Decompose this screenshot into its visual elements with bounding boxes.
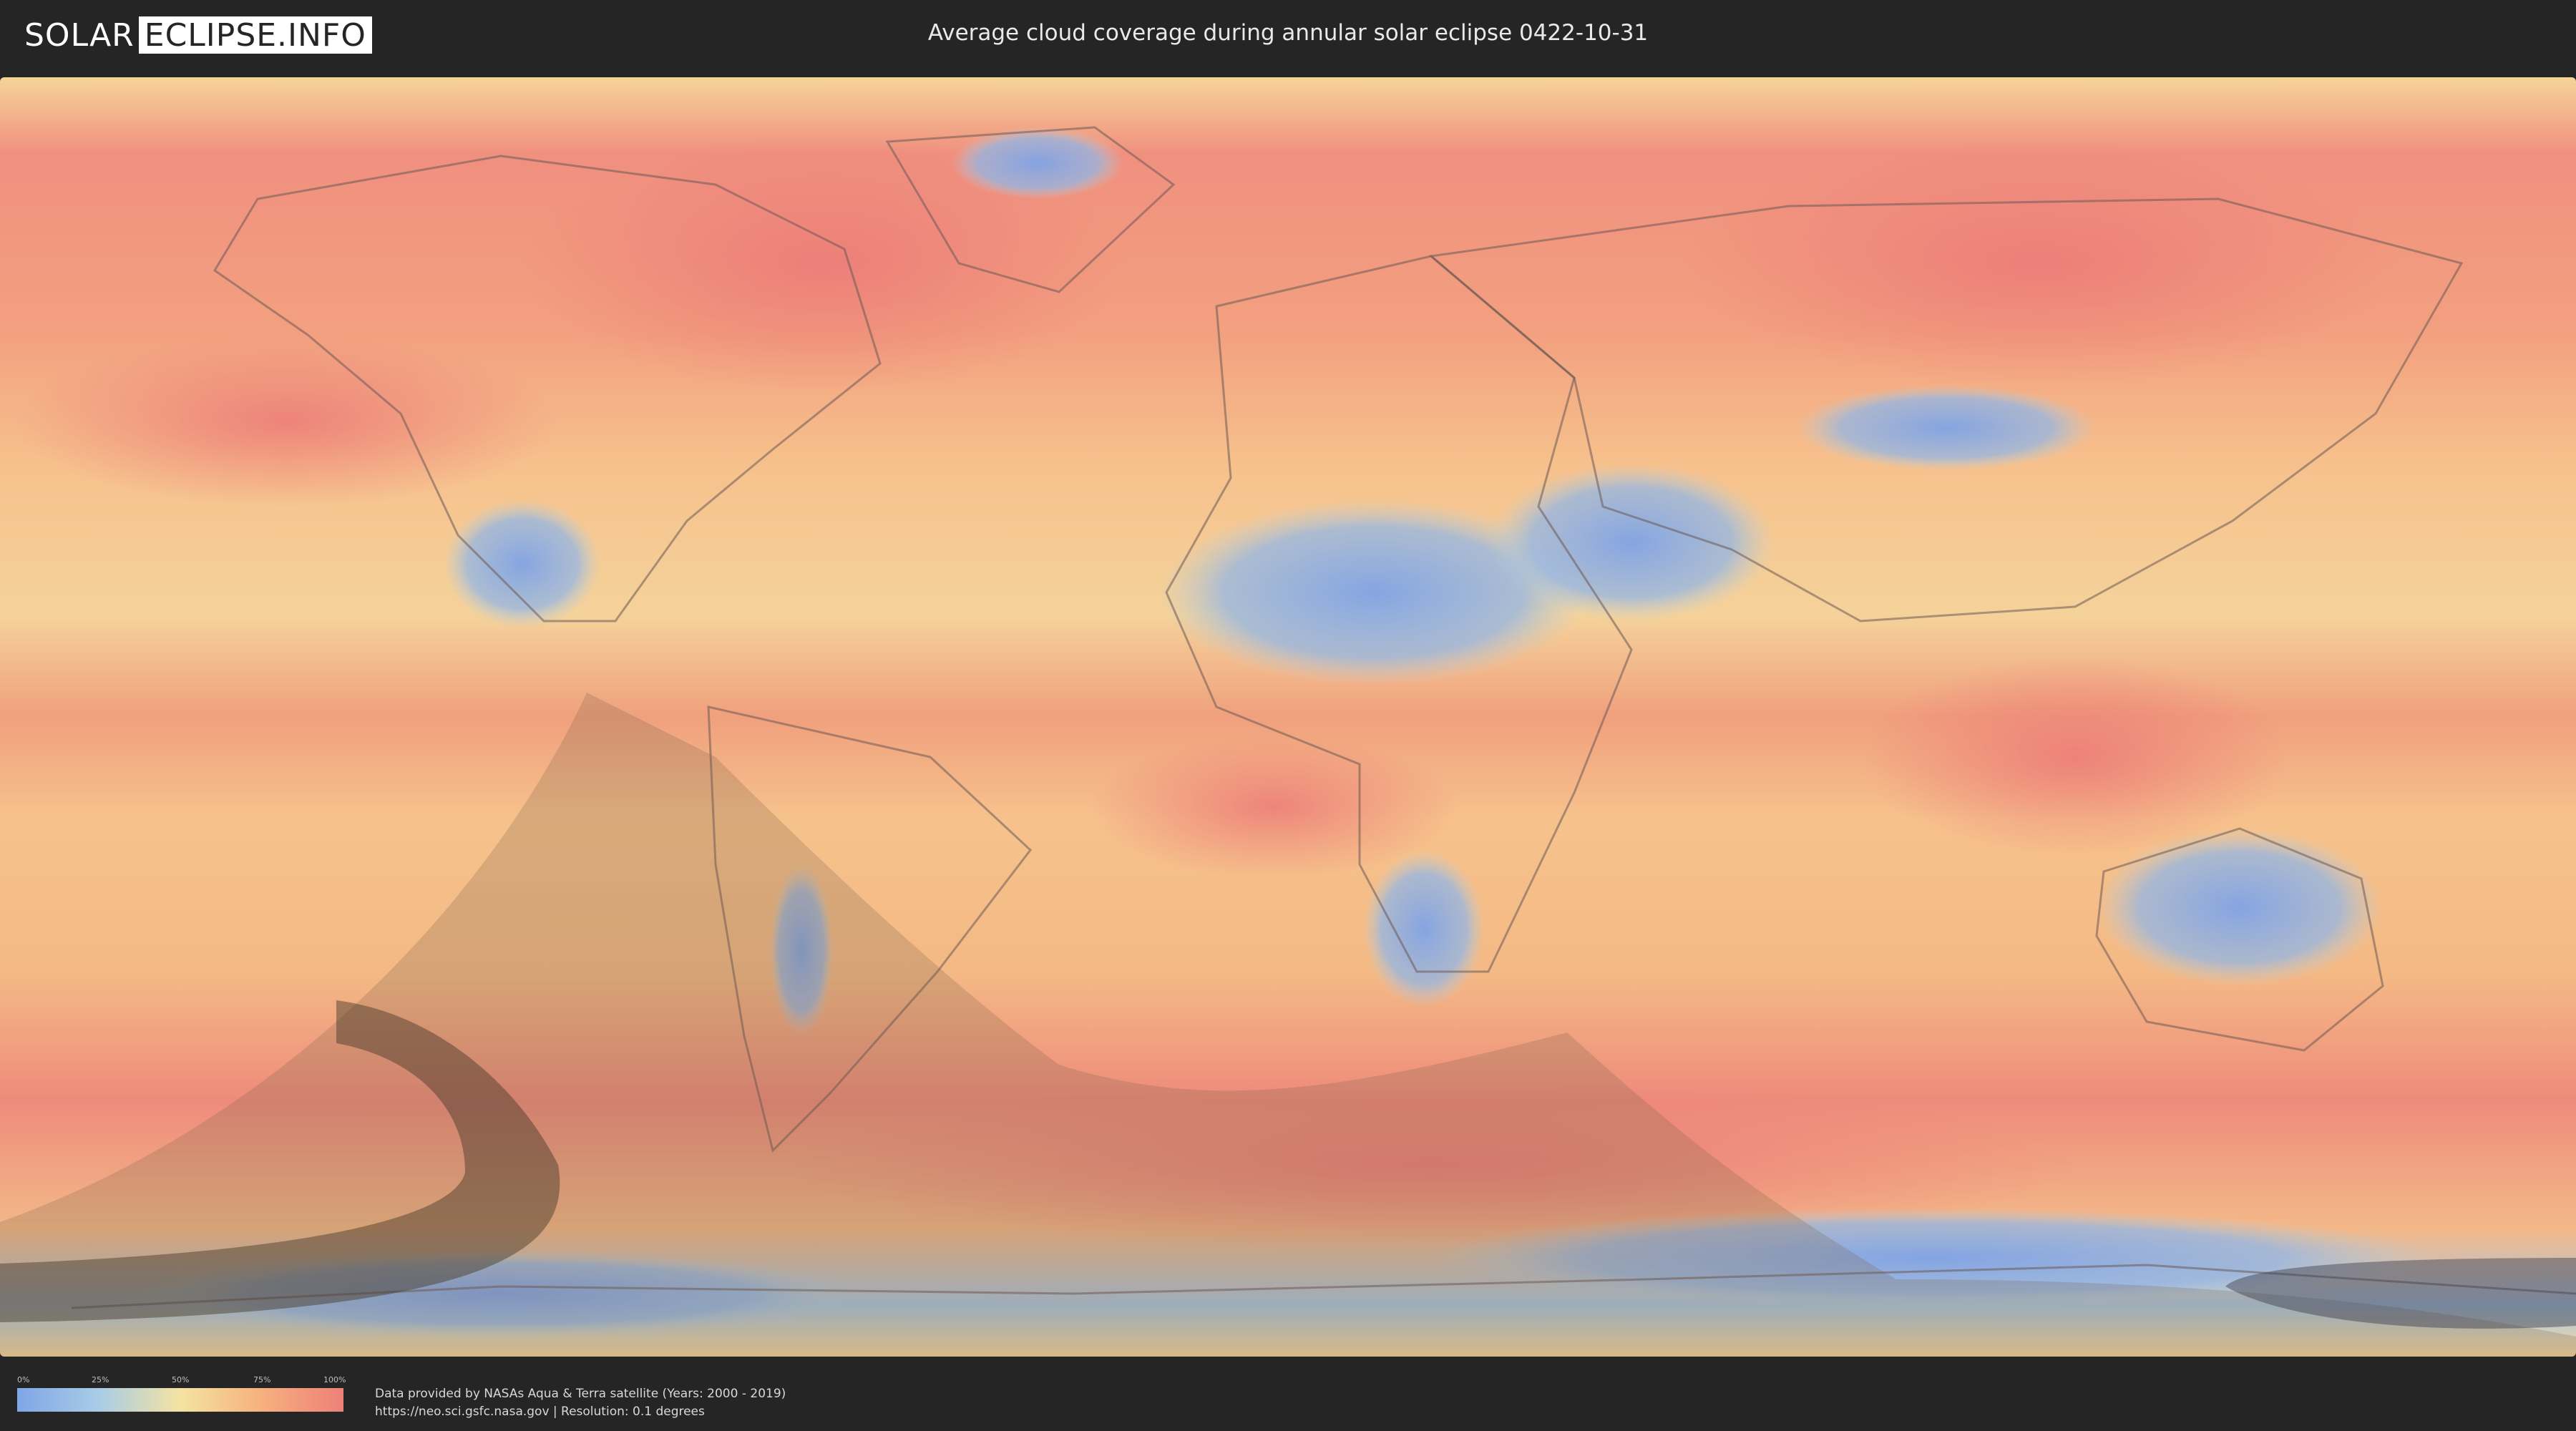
legend-tick-75: 75% [253, 1375, 271, 1384]
page-title: Average cloud coverage during annular so… [927, 20, 1649, 46]
cloud-coverage-legend: 0% 25% 50% 75% 100% [17, 1375, 346, 1412]
footer: 0% 25% 50% 75% 100% Data provided by NAS… [0, 1359, 2576, 1431]
top-bar: SOLAR ECLIPSE.INFO Average cloud coverag… [0, 0, 2576, 72]
legend-tick-0: 0% [17, 1375, 30, 1384]
legend-tick-50: 50% [172, 1375, 190, 1384]
credit-line-source: Data provided by NASAs Aqua & Terra sate… [375, 1387, 786, 1401]
map-canvas [0, 77, 2576, 1357]
credit-line-url[interactable]: https://neo.sci.gsfc.nasa.gov | Resoluti… [375, 1403, 786, 1421]
legend-color-scale [17, 1388, 343, 1412]
legend-tick-25: 25% [92, 1375, 109, 1384]
legend-ticks: 0% 25% 50% 75% 100% [17, 1375, 346, 1387]
cloud-coverage-map[interactable] [0, 77, 2576, 1357]
legend-tick-100: 100% [323, 1375, 346, 1384]
data-credits: Data provided by NASAs Aqua & Terra sate… [375, 1385, 786, 1421]
